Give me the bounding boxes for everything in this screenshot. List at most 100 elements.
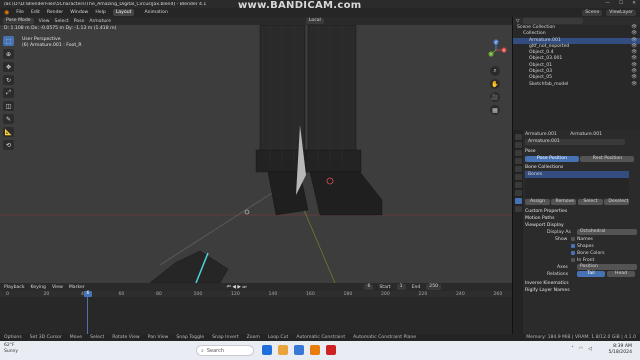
mode-dropdown[interactable]: Pose Mode [3,18,34,24]
3d-viewport[interactable] [0,25,512,283]
bone-collection-list[interactable] [525,178,629,198]
remove-button[interactable]: Remove [551,199,577,205]
maximize-button[interactable]: ☐ [619,1,623,6]
world-tab-icon[interactable] [514,166,522,172]
file-explorer-icon[interactable] [278,345,288,355]
bone-roll-icon[interactable]: ⟲ [3,140,14,150]
bone-collections-header[interactable]: Bone Collections [525,164,639,171]
menu-help[interactable]: Help [95,10,105,15]
volume-icon[interactable]: ◁ [588,346,592,352]
menu-render[interactable]: Render [47,10,63,15]
timeline-menu-keying[interactable]: Keying [31,285,46,290]
rigify-header[interactable]: Rigify Layer Names [525,287,639,294]
outliner-search-input[interactable] [522,18,583,24]
edge-icon[interactable] [294,345,304,355]
minimize-button[interactable]: — [605,1,610,6]
deselect-button[interactable]: Deselect [604,199,630,205]
menu-file[interactable]: File [16,10,24,15]
menu-view[interactable]: View [39,19,50,24]
pose-position-button[interactable]: Pose Position [525,156,579,162]
annotate-icon[interactable]: ✎ [3,114,14,124]
relations-tail-button[interactable]: Tail [577,271,605,277]
measure-icon[interactable]: 📐 [3,127,14,137]
weather-widget[interactable]: 62°F Sunny [4,343,18,355]
relations-head-button[interactable]: Head [607,271,635,277]
tab-animation[interactable]: Animation [141,9,170,16]
motion-paths-header[interactable]: Motion Paths [525,215,639,222]
inverse-kinematics-header[interactable]: Inverse Kinematics [525,280,639,287]
constraint-tab-icon[interactable] [514,190,522,196]
tool-tab-icon[interactable] [514,134,522,140]
pan-icon[interactable]: ✋ [490,79,500,89]
checkbox[interactable] [571,236,575,241]
pose-section-header[interactable]: Pose [525,148,639,155]
clock[interactable]: 8:39 AM 5/18/2024 [608,344,632,356]
select-box-icon[interactable]: ⬚ [3,36,14,46]
display-as-dropdown[interactable]: Octahedral [577,229,637,235]
assign-button[interactable]: Assign [525,199,550,205]
end-frame-field[interactable]: 250 [426,284,442,290]
rest-position-button[interactable]: Rest Position [580,156,635,162]
navigation-gizmo[interactable]: X Z Y [484,38,508,62]
view-layer-selector[interactable]: ViewLayer [606,9,636,16]
outliner-item-label: Collection [523,31,546,37]
armature-data-tab-icon[interactable] [514,198,522,204]
bandicam-icon[interactable] [326,345,336,355]
modifier-tab-icon[interactable] [514,182,522,188]
wifi-icon[interactable]: ◠ [579,346,583,352]
blender-logo-icon[interactable]: ◉ [4,9,9,16]
scene-selector[interactable]: Scene [582,9,603,16]
current-frame-field[interactable]: 6 [364,284,374,290]
zoom-icon[interactable]: ⌕ [490,66,500,76]
transform-icon[interactable]: ◫ [3,101,14,111]
tab-layout[interactable]: Layout [112,9,135,16]
checkbox[interactable] [571,243,575,248]
menu-select[interactable]: Select [55,19,69,24]
frame-tick-label: 260 [493,291,503,297]
output-tab-icon[interactable] [514,150,522,156]
scale-icon[interactable]: ⤢ [3,88,14,98]
menu-edit[interactable]: Edit [31,10,40,15]
timeline-area[interactable] [0,291,512,334]
object-tab-icon[interactable] [514,174,522,180]
timeline-menu-playback[interactable]: Playback [4,285,25,290]
chevron-up-icon[interactable]: ˄ [571,346,574,352]
bone-tab-icon[interactable] [514,206,522,212]
outliner-item[interactable]: Sketchfab_model 👁 [513,82,640,88]
axes-position-field[interactable]: Position [577,264,637,270]
frame-tick-label: 180 [343,291,353,297]
select-button[interactable]: Select [577,199,603,205]
close-button[interactable]: ✕ [632,1,636,6]
camera-icon[interactable]: 🎥 [490,92,500,102]
timeline-menu-view[interactable]: View [52,285,63,290]
blender-icon[interactable] [310,345,320,355]
cursor-icon[interactable]: ⊕ [3,49,14,59]
scene-tab-icon[interactable] [514,158,522,164]
transform-orientation-dropdown[interactable]: Local [305,18,324,24]
move-icon[interactable]: ✥ [3,62,14,72]
ortho-toggle-icon[interactable]: ▦ [490,105,500,115]
start-icon[interactable] [262,345,272,355]
menu-armature[interactable]: Armature [89,19,111,24]
playhead[interactable]: 6 [84,291,92,297]
start-frame-field[interactable]: 1 [396,284,406,290]
playhead-line [87,297,88,334]
status-hint: Move [69,335,83,340]
taskbar-search[interactable]: ⌕ Search [196,345,254,356]
menu-window[interactable]: Window [70,10,88,15]
outliner-item-label: Object_03.001 [529,56,563,62]
outliner-filter-icon[interactable]: ▽ [516,19,520,24]
menu-pose[interactable]: Pose [74,19,85,24]
rotate-icon[interactable]: ↻ [3,75,14,85]
playback-controls[interactable]: ⏮ ◀ ▶ ⏭ [227,284,247,290]
datablock-field[interactable]: Armature.001 [525,139,625,145]
bone-collection-item[interactable]: Bones [525,171,629,178]
checkbox[interactable] [571,250,575,255]
timeline-ruler[interactable]: 020406080100120140160180200220240260 [0,291,512,297]
custom-properties-header[interactable]: Custom Properties [525,208,639,215]
timeline-menu-marker[interactable]: Marker [69,285,85,290]
visibility-eye-icon[interactable]: 👁 [631,82,637,88]
checkbox[interactable] [571,257,575,262]
viewport-display-header[interactable]: Viewport Display [525,222,639,229]
render-tab-icon[interactable] [514,142,522,148]
